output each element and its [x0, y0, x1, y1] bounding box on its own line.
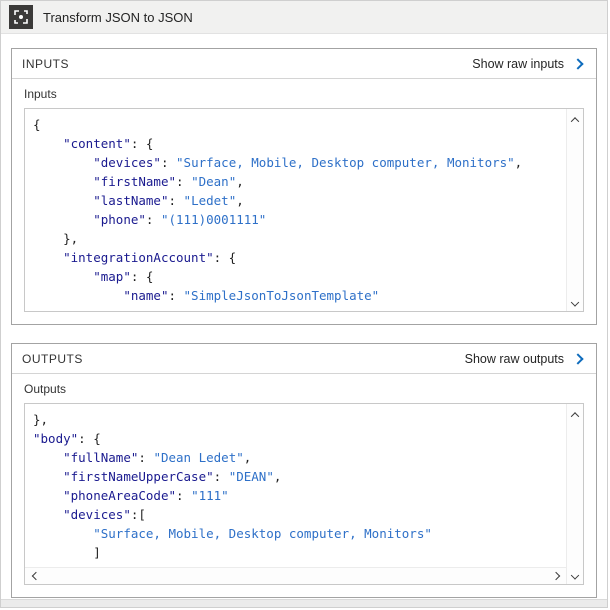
inputs-section-body: Inputs { "content": { "devices": "Surfac… — [12, 79, 596, 324]
inputs-label: Inputs — [24, 87, 584, 102]
scroll-up-button[interactable] — [569, 408, 582, 421]
chevron-right-icon — [572, 58, 583, 69]
show-raw-inputs-label: Show raw inputs — [472, 57, 564, 71]
scroll-right-button[interactable] — [549, 570, 562, 583]
transform-json-icon — [9, 5, 33, 29]
show-raw-inputs-link[interactable]: Show raw inputs — [472, 57, 586, 71]
page-bottom-strip — [1, 599, 607, 607]
chevron-right-icon — [551, 572, 559, 580]
inputs-code-box: { "content": { "devices": "Surface, Mobi… — [24, 108, 584, 312]
outputs-json-code[interactable]: },"body": { "fullName": "Dean Ledet", "f… — [25, 404, 566, 567]
action-title: Transform JSON to JSON — [43, 10, 193, 25]
outputs-label: Outputs — [24, 382, 584, 397]
chevron-up-icon — [571, 412, 579, 420]
action-details-panel: Transform JSON to JSON INPUTS Show raw i… — [0, 0, 608, 608]
scroll-up-button[interactable] — [569, 113, 582, 126]
inputs-section-header: INPUTS Show raw inputs — [12, 49, 596, 79]
scroll-left-button[interactable] — [29, 570, 42, 583]
outputs-heading: OUTPUTS — [22, 352, 83, 366]
outputs-horizontal-scrollbar[interactable] — [25, 567, 566, 584]
scroll-down-button[interactable] — [569, 294, 582, 307]
action-header-bar: Transform JSON to JSON — [1, 1, 607, 34]
outputs-code-box: },"body": { "fullName": "Dean Ledet", "f… — [24, 403, 584, 585]
outputs-section-header: OUTPUTS Show raw outputs — [12, 344, 596, 374]
chevron-left-icon — [31, 572, 39, 580]
chevron-up-icon — [571, 117, 579, 125]
scroll-down-button[interactable] — [569, 567, 582, 580]
inputs-section: INPUTS Show raw inputs Inputs { "content… — [11, 48, 597, 325]
show-raw-outputs-link[interactable]: Show raw outputs — [465, 352, 586, 366]
chevron-right-icon — [572, 353, 583, 364]
inputs-vertical-scrollbar[interactable] — [566, 109, 583, 311]
show-raw-outputs-label: Show raw outputs — [465, 352, 564, 366]
chevron-down-icon — [571, 298, 579, 306]
outputs-section-body: Outputs },"body": { "fullName": "Dean Le… — [12, 374, 596, 597]
chevron-down-icon — [571, 571, 579, 579]
inputs-heading: INPUTS — [22, 57, 69, 71]
outputs-vertical-scrollbar[interactable] — [566, 404, 583, 584]
outputs-section: OUTPUTS Show raw outputs Outputs },"body… — [11, 343, 597, 598]
inputs-json-code[interactable]: { "content": { "devices": "Surface, Mobi… — [25, 109, 566, 311]
